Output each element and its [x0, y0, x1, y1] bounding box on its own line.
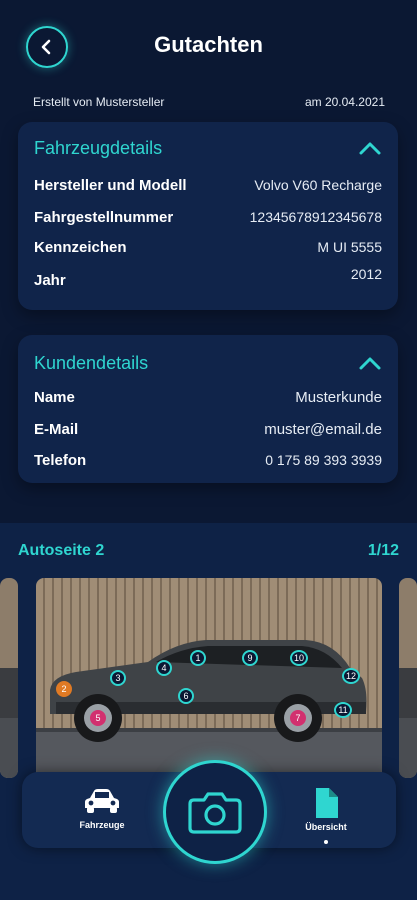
customer-details-card: Kundendetails Name Musterkunde E-Mail mu…: [18, 335, 398, 483]
header: Gutachten: [0, 0, 417, 90]
document-icon: [316, 788, 338, 818]
damage-marker[interactable]: 2: [56, 681, 72, 697]
gallery-title: Autoseite 2: [18, 542, 105, 559]
nav-overview-label: Übersicht: [305, 822, 347, 832]
detail-row: Kennzeichen M UI 5555: [34, 239, 382, 256]
detail-value: 12345678912345678: [249, 209, 382, 225]
damage-marker[interactable]: 4: [156, 660, 172, 676]
detail-row: Jahr 2012: [34, 266, 382, 289]
detail-value: 2012: [350, 266, 382, 282]
detail-label: Fahrgestellnummer: [34, 209, 174, 226]
chevron-up-icon[interactable]: [358, 353, 382, 373]
photo-prev-image: [0, 578, 18, 778]
detail-label: Kennzeichen: [34, 239, 127, 256]
nav-vehicles-label: Fahrzeuge: [79, 820, 125, 830]
detail-value: Musterkunde: [295, 389, 382, 406]
detail-label: E-Mail: [34, 421, 79, 438]
vehicle-details-card: Fahrzeugdetails Hersteller und Modell Vo…: [18, 122, 398, 310]
detail-label: Hersteller und Modell: [34, 177, 187, 194]
gallery-header: Autoseite 2 1/12: [18, 542, 399, 560]
camera-button[interactable]: [163, 760, 267, 864]
detail-value: Volvo V60 Recharge: [254, 177, 382, 193]
photo-next[interactable]: [399, 578, 417, 778]
created-date: am 20.04.2021: [304, 95, 385, 109]
nav-vehicles[interactable]: Fahrzeuge: [67, 788, 137, 830]
damage-marker[interactable]: 1: [190, 650, 206, 666]
detail-value: muster@email.de: [264, 421, 382, 438]
vehicle-details-title: Fahrzeugdetails: [34, 138, 163, 158]
detail-row: Hersteller und Modell Volvo V60 Recharge: [34, 177, 382, 194]
damage-marker[interactable]: 9: [242, 650, 258, 666]
detail-row: Name Musterkunde: [34, 389, 382, 406]
detail-value: 0 175 89 393 3939: [265, 452, 382, 468]
camera-icon: [188, 792, 242, 834]
damage-marker[interactable]: 11: [334, 702, 352, 718]
detail-label: Jahr: [34, 272, 66, 289]
detail-row: Telefon 0 175 89 393 3939: [34, 452, 382, 469]
detail-row: E-Mail muster@email.de: [34, 421, 382, 438]
page-title: Gutachten: [154, 32, 263, 57]
photo-next-image: [399, 578, 417, 778]
damage-marker[interactable]: 12: [342, 668, 360, 684]
gallery-page-counter: 1/12: [367, 542, 399, 559]
active-indicator: [324, 840, 328, 844]
damage-marker[interactable]: 7: [290, 710, 306, 726]
car-side-image: [36, 578, 382, 778]
customer-details-title: Kundendetails: [34, 353, 149, 373]
chevron-up-icon[interactable]: [358, 138, 382, 158]
detail-row: Fahrgestellnummer 12345678912345678: [34, 209, 382, 226]
detail-label: Telefon: [34, 452, 87, 469]
damage-marker[interactable]: 10: [290, 650, 308, 666]
created-by: Erstellt von Mustersteller: [33, 95, 165, 109]
photo-prev[interactable]: [0, 578, 18, 778]
report-meta: Erstellt von Mustersteller am 20.04.2021: [33, 95, 385, 109]
nav-overview[interactable]: Übersicht: [291, 788, 361, 844]
damage-marker[interactable]: 6: [178, 688, 194, 704]
car-photo[interactable]: 1 2 3 4 5 6 7 8 9 10 11 12: [36, 578, 382, 778]
detail-label: Name: [34, 389, 75, 406]
damage-marker[interactable]: 3: [110, 670, 126, 686]
damage-marker[interactable]: 5: [90, 710, 106, 726]
car-icon: [85, 789, 119, 813]
detail-value: M UI 5555: [317, 239, 382, 255]
